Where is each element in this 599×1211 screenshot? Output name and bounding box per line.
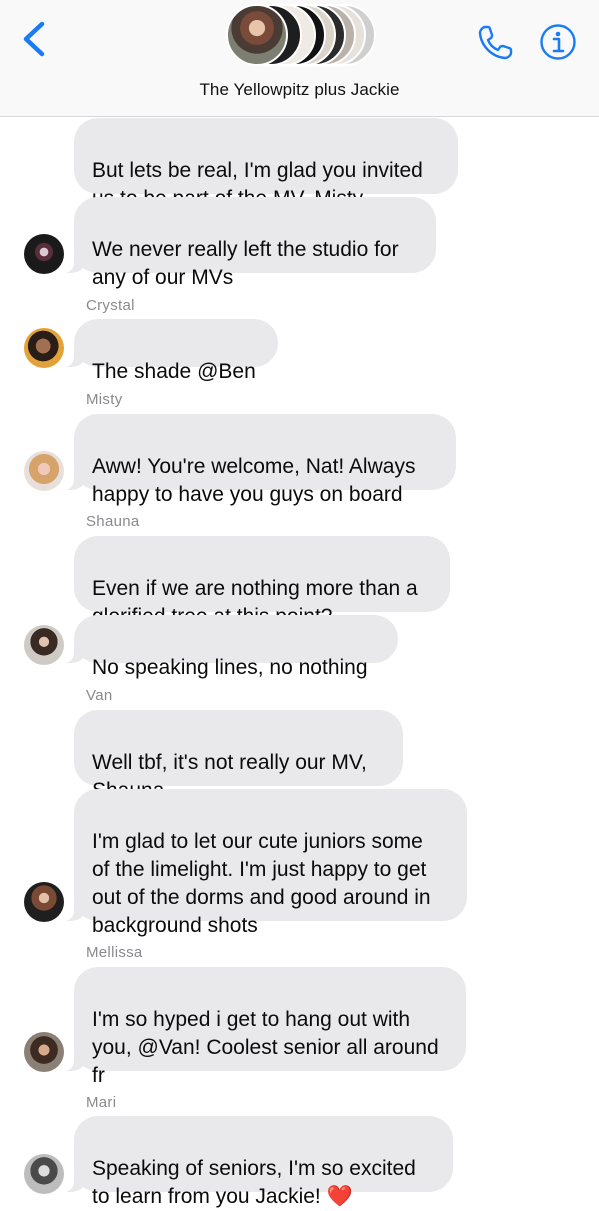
message-bubble[interactable]: We never really left the studio for any …: [64, 197, 436, 289]
message-text: Speaking of seniors, I'm so excited to l…: [92, 1157, 416, 1208]
group-avatar-main: [226, 4, 288, 66]
message-text: I'm glad to let our cute juniors some of…: [92, 830, 431, 937]
sender-name: Crystal: [86, 297, 135, 314]
message-bubble[interactable]: Even if we are nothing more than a glori…: [74, 536, 450, 628]
group-avatar-stack[interactable]: [226, 4, 376, 68]
info-icon[interactable]: [538, 22, 578, 62]
sender-name: Mari: [86, 1094, 117, 1111]
phone-icon[interactable]: [476, 22, 516, 62]
message-text: Aww! You're welcome, Nat! Always happy t…: [92, 455, 416, 506]
sender-avatar[interactable]: [24, 1154, 64, 1194]
heart-emoji: ❤️: [326, 1185, 353, 1208]
sender-avatar[interactable]: [24, 234, 64, 274]
sender-avatar[interactable]: [24, 328, 64, 368]
message-text: I'm so hyped i get to hang out with you,…: [92, 1008, 439, 1087]
message-text: The shade @Ben: [92, 360, 256, 383]
sender-avatar[interactable]: [24, 625, 64, 665]
sender-name: Van: [86, 687, 113, 704]
message-bubble[interactable]: Aww! You're welcome, Nat! Always happy t…: [64, 414, 456, 506]
conversation-header: The Yellowpitz plus Jackie: [0, 0, 599, 117]
message-bubble[interactable]: I'm so hyped i get to hang out with you,…: [64, 967, 466, 1087]
sender-name: Shauna: [86, 513, 140, 530]
sender-avatar[interactable]: [24, 1032, 64, 1072]
sender-avatar[interactable]: [24, 451, 64, 491]
message-text: We never really left the studio for any …: [92, 238, 399, 289]
message-bubble[interactable]: Well tbf, it's not really our MV, Shauna: [74, 710, 403, 802]
message-bubble[interactable]: I'm glad to let our cute juniors some of…: [64, 789, 467, 937]
message-bubble[interactable]: The shade @Ben: [64, 319, 278, 383]
conversation-title[interactable]: The Yellowpitz plus Jackie: [0, 80, 599, 100]
sender-name: Mellissa: [86, 944, 143, 961]
message-bubble[interactable]: No speaking lines, no nothing: [64, 615, 398, 679]
message-bubble[interactable]: Speaking of seniors, I'm so excited to l…: [64, 1116, 453, 1208]
message-bubble[interactable]: But lets be real, I'm glad you invited u…: [74, 118, 458, 210]
chevron-left-icon[interactable]: [20, 20, 50, 58]
message-text: No speaking lines, no nothing: [92, 656, 368, 679]
sender-name: Misty: [86, 391, 123, 408]
sender-avatar[interactable]: [24, 882, 64, 922]
